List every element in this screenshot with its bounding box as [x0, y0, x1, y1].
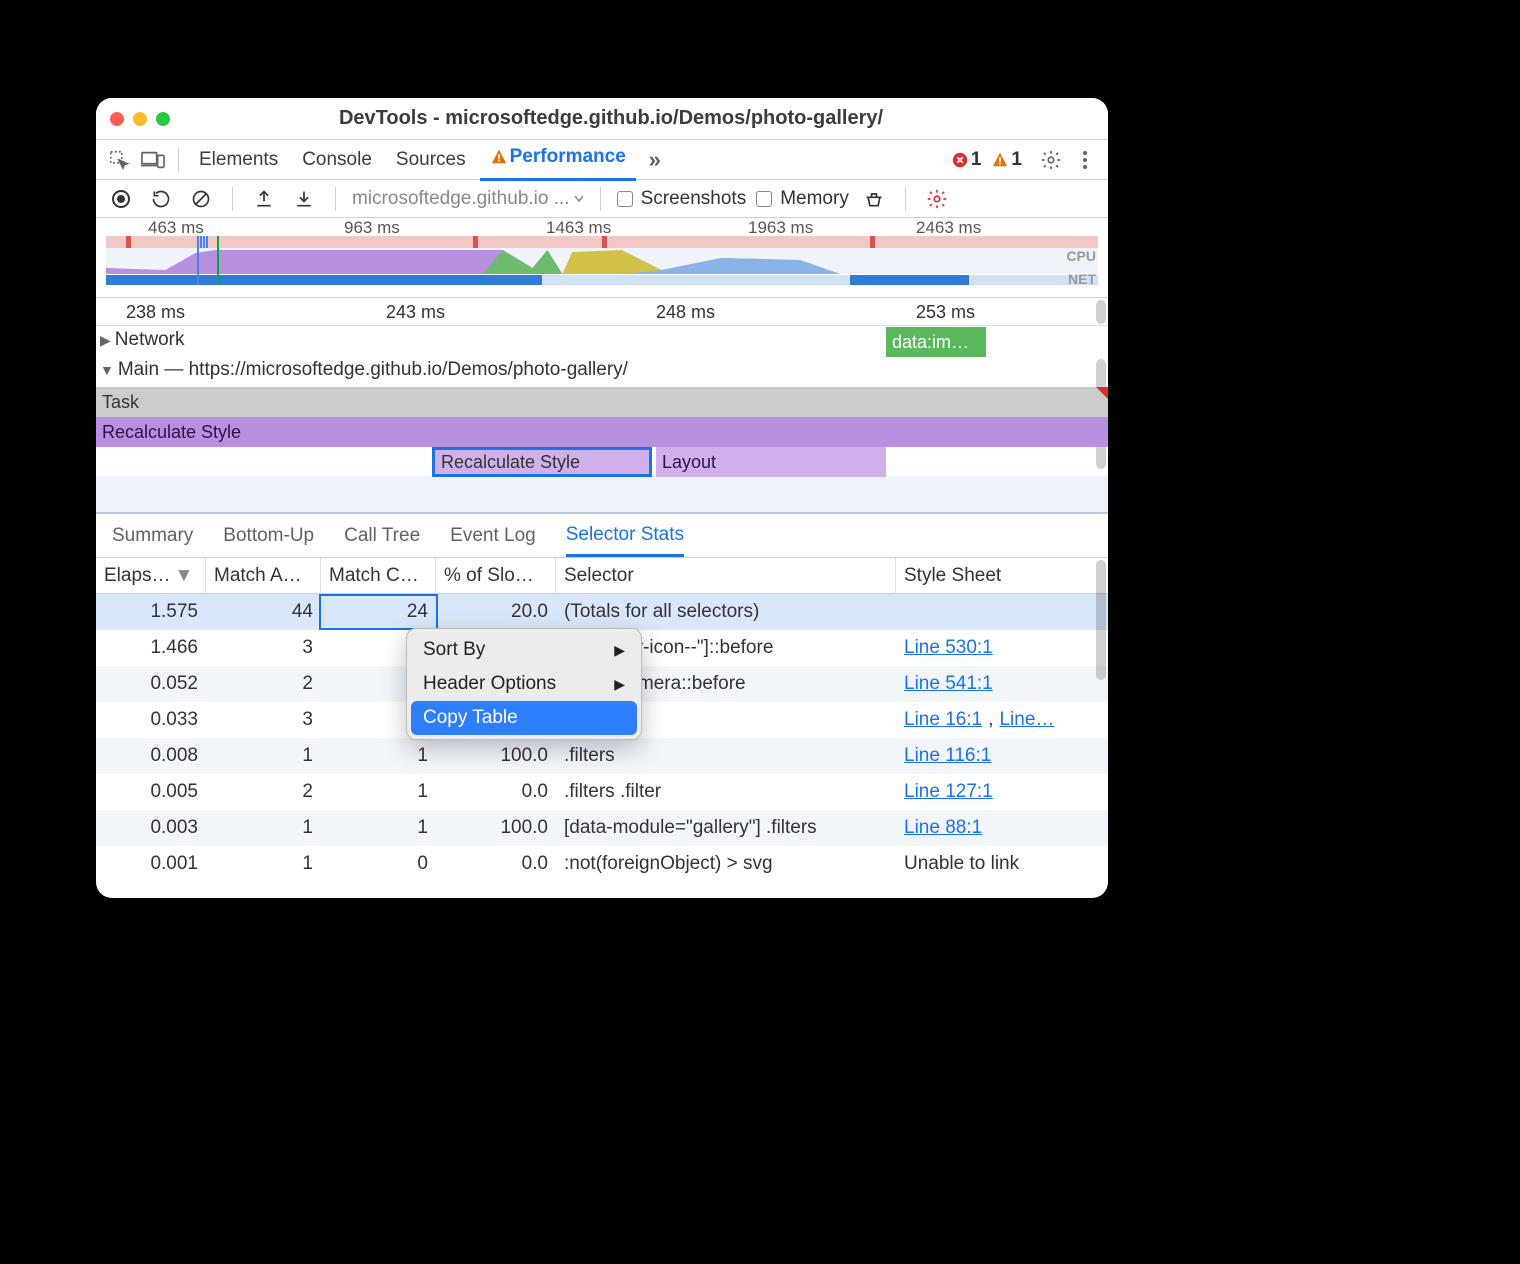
inspect-icon[interactable] — [104, 145, 134, 175]
settings-icon[interactable] — [1036, 145, 1066, 175]
overview-tick: 963 ms — [344, 218, 400, 238]
error-icon — [951, 151, 969, 169]
tab-selectorstats[interactable]: Selector Stats — [566, 516, 684, 557]
col-pct-slow[interactable]: % of Slo… — [436, 558, 556, 593]
flamechart[interactable]: ▶Network data:im… ▼Main — https://micros… — [96, 326, 1108, 514]
timeline-overview[interactable]: 463 ms 963 ms 1463 ms 1963 ms 2463 ms C — [96, 218, 1108, 298]
ctx-copy-table[interactable]: Copy Table — [411, 701, 637, 735]
stylesheet-link[interactable]: Line 127:1 — [904, 781, 993, 803]
stylesheet-link[interactable]: Line 16:1 — [904, 709, 982, 731]
download-icon[interactable] — [289, 184, 319, 214]
memory-checkbox[interactable]: Memory — [756, 188, 849, 210]
device-toggle-icon[interactable] — [138, 145, 168, 175]
table-header: Elaps…▼ Match A… Match C… % of Slo… Sele… — [96, 558, 1108, 594]
tab-elements[interactable]: Elements — [189, 143, 288, 177]
table-row[interactable]: 0.005210.0.filters .filterLine 127:1 — [96, 774, 1108, 810]
tab-summary[interactable]: Summary — [112, 517, 193, 555]
warning-icon — [991, 151, 1009, 169]
performance-toolbar: microsoftedge.github.io ... Screenshots … — [96, 180, 1108, 218]
kebab-menu-icon[interactable] — [1070, 145, 1100, 175]
screenshots-checkbox[interactable]: Screenshots — [617, 188, 747, 210]
scrollbar[interactable] — [1096, 560, 1106, 680]
col-stylesheet[interactable]: Style Sheet — [896, 558, 1076, 593]
gc-icon[interactable] — [859, 184, 889, 214]
layout-segment[interactable]: Layout — [656, 447, 886, 477]
zoom-button[interactable] — [156, 112, 170, 126]
col-selector[interactable]: Selector — [556, 558, 896, 593]
recalc-style-selected[interactable]: Recalculate Style — [432, 447, 652, 477]
main-track-header[interactable]: ▼Main — https://microsoftedge.github.io/… — [96, 356, 1108, 386]
close-button[interactable] — [110, 112, 124, 126]
stylesheet-link[interactable]: Line 88:1 — [904, 817, 982, 839]
overview-tick: 463 ms — [148, 218, 204, 238]
devtools-window: DevTools - microsoftedge.github.io/Demos… — [96, 98, 1108, 898]
table-row[interactable]: 0.00811100.0.filtersLine 116:1 — [96, 738, 1108, 774]
ctx-sort-by[interactable]: Sort By▶ — [411, 633, 637, 667]
tab-sources[interactable]: Sources — [386, 143, 476, 177]
overview-tick: 2463 ms — [916, 218, 981, 238]
flamechart-ruler[interactable]: 238 ms 243 ms 248 ms 253 ms — [96, 298, 1108, 326]
col-match-attempts[interactable]: Match A… — [206, 558, 321, 593]
warning-icon — [490, 148, 508, 166]
warning-badge[interactable]: 1 — [991, 149, 1022, 171]
recording-selector[interactable]: microsoftedge.github.io ... — [352, 188, 584, 210]
settings-gear-icon[interactable] — [922, 184, 952, 214]
context-menu: Sort By▶ Header Options▶ Copy Table — [406, 628, 642, 740]
network-track[interactable]: ▶Network data:im… — [96, 326, 1108, 356]
overview-tick: 1963 ms — [748, 218, 813, 238]
details-tabstrip: Summary Bottom-Up Call Tree Event Log Se… — [96, 514, 1108, 558]
stylesheet-link[interactable]: Line 541:1 — [904, 673, 993, 695]
clear-button[interactable] — [186, 184, 216, 214]
selector-stats-table: Elaps…▼ Match A… Match C… % of Slo… Sele… — [96, 558, 1108, 898]
network-segment[interactable]: data:im… — [886, 327, 986, 357]
tab-calltree[interactable]: Call Tree — [344, 517, 420, 555]
traffic-lights — [110, 112, 170, 126]
tab-bottomup[interactable]: Bottom-Up — [223, 517, 314, 555]
table-row[interactable]: 0.001100.0:not(foreignObject) > svgUnabl… — [96, 846, 1108, 882]
cpu-label: CPU — [1066, 248, 1096, 264]
table-row[interactable]: 0.00311100.0[data-module="gallery"] .fil… — [96, 810, 1108, 846]
upload-icon[interactable] — [249, 184, 279, 214]
stylesheet-link[interactable]: Line… — [999, 709, 1054, 731]
tab-console[interactable]: Console — [292, 143, 382, 177]
net-label: NET — [1068, 271, 1096, 287]
stylesheet-link[interactable]: Line 116:1 — [904, 745, 991, 767]
record-button[interactable] — [106, 184, 136, 214]
minimize-button[interactable] — [133, 112, 147, 126]
recalc-style-segment[interactable]: Recalculate Style — [96, 417, 1108, 447]
tab-performance[interactable]: Performance — [480, 140, 636, 181]
task-segment[interactable]: Task — [96, 387, 1108, 417]
col-elapsed[interactable]: Elaps…▼ — [96, 558, 206, 593]
col-match-count[interactable]: Match C… — [321, 558, 436, 593]
titlebar: DevTools - microsoftedge.github.io/Demos… — [96, 98, 1108, 140]
ctx-header-options[interactable]: Header Options▶ — [411, 667, 637, 701]
window-title: DevTools - microsoftedge.github.io/Demos… — [188, 107, 1034, 130]
scrollbar[interactable] — [1096, 300, 1106, 324]
more-tabs-icon[interactable]: » — [640, 145, 670, 175]
error-badge[interactable]: 1 — [951, 149, 982, 171]
main-tabstrip: Elements Console Sources Performance » 1… — [96, 140, 1108, 180]
reload-record-button[interactable] — [146, 184, 176, 214]
tab-eventlog[interactable]: Event Log — [450, 517, 536, 555]
chevron-down-icon — [574, 195, 584, 203]
stylesheet-link[interactable]: Line 530:1 — [904, 637, 993, 659]
overview-tick: 1463 ms — [546, 218, 611, 238]
table-row[interactable]: 1.575442420.0(Totals for all selectors) — [96, 594, 1108, 630]
